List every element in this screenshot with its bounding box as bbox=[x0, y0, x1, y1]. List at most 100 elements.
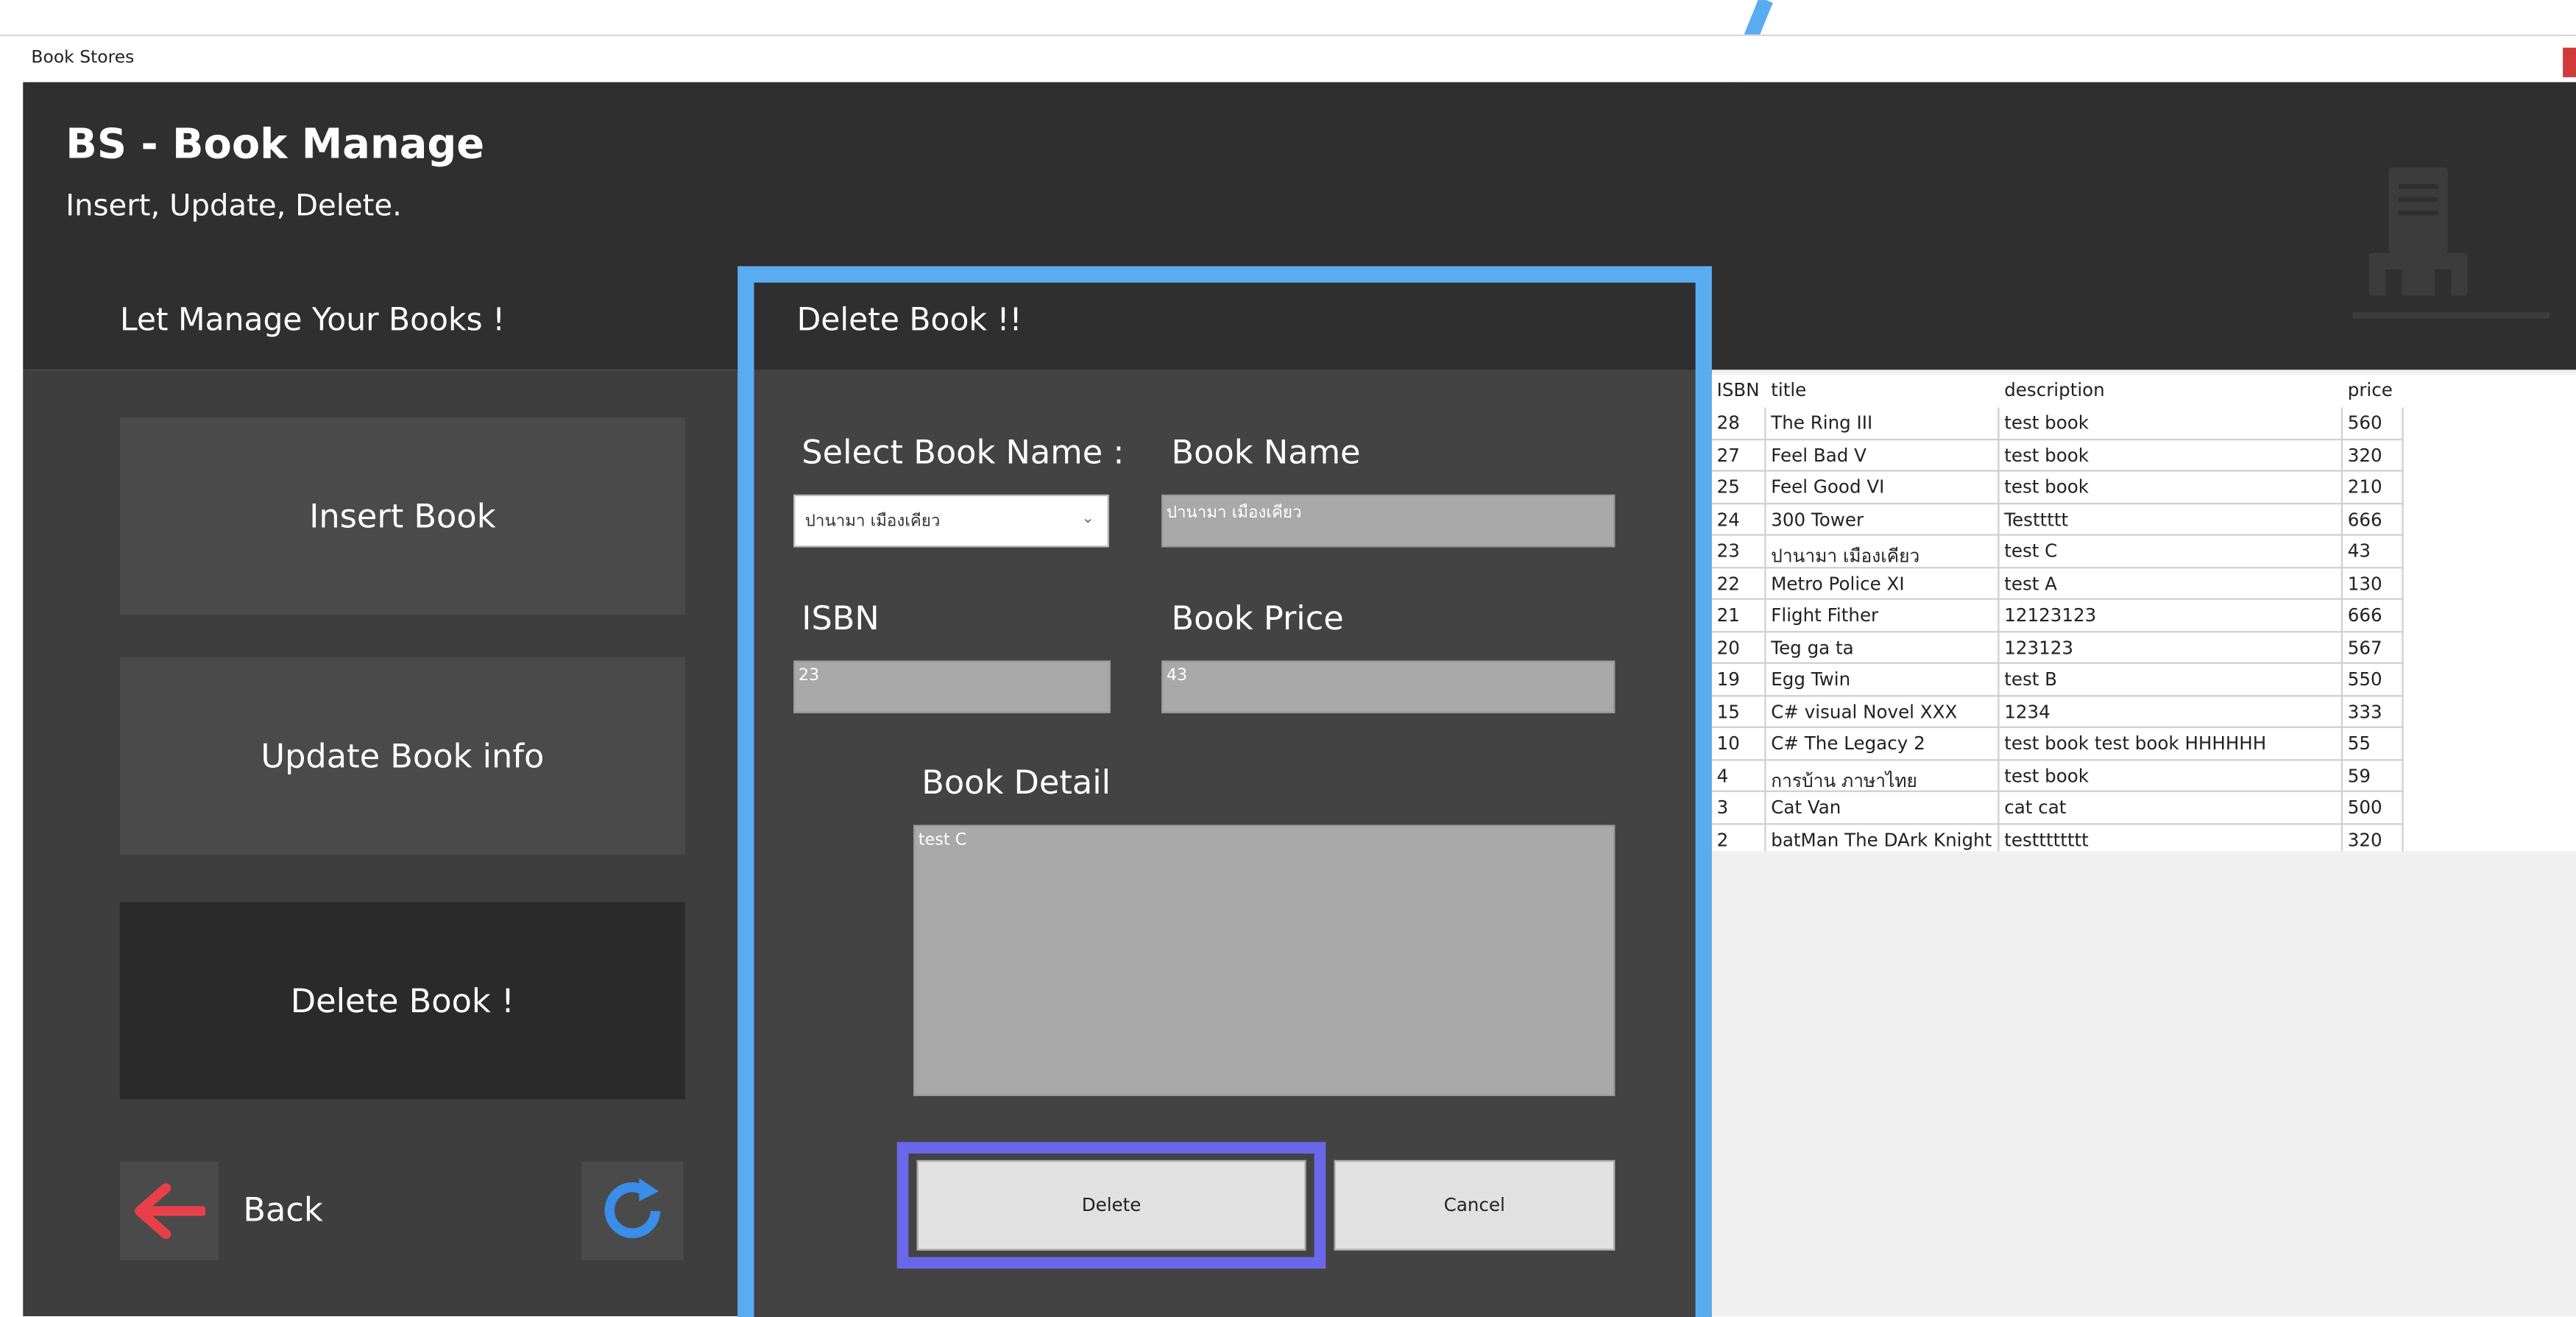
table-cell-isbn[interactable]: 4 bbox=[1711, 760, 1766, 792]
book-price-field[interactable]: 43 bbox=[1161, 660, 1616, 713]
table-cell-title[interactable]: C# visual Novel XXX bbox=[1766, 696, 2000, 728]
back-button[interactable] bbox=[119, 1162, 219, 1261]
close-button[interactable] bbox=[2563, 47, 2576, 77]
book-detail-label: Book Detail bbox=[921, 762, 1111, 802]
table-cell-price[interactable]: 130 bbox=[2343, 568, 2404, 600]
window-title: Book Stores bbox=[31, 47, 135, 68]
table-cell-isbn[interactable]: 24 bbox=[1711, 504, 1766, 536]
table-cell-description[interactable]: test A bbox=[1999, 568, 2343, 600]
table-cell-description[interactable]: Testtttt bbox=[1999, 504, 2343, 536]
table-cell-title[interactable]: Feel Good VI bbox=[1766, 471, 2000, 504]
table-row[interactable]: 25 Feel Good VI test book 210 bbox=[1711, 471, 2576, 504]
bookstore-logo-icon bbox=[2352, 167, 2550, 319]
table-row[interactable]: 24 300 Tower Testtttt 666 bbox=[1711, 504, 2576, 536]
table-cell-description[interactable]: 123123 bbox=[1999, 632, 2343, 664]
table-cell-title[interactable]: C# The Legacy 2 bbox=[1766, 727, 2000, 760]
table-cell-price[interactable]: 320 bbox=[2343, 439, 2404, 472]
table-cell-isbn[interactable]: 20 bbox=[1711, 632, 1766, 664]
column-header-price[interactable]: price bbox=[2343, 375, 2404, 407]
table-row[interactable]: 23 ปานามา เมืองเคียว test C 43 bbox=[1711, 535, 2576, 568]
table-cell-title[interactable]: ปานามา เมืองเคียว bbox=[1766, 535, 2000, 568]
app-subtitle: Insert, Update, Delete. bbox=[66, 188, 402, 224]
table-cell-description[interactable]: test book bbox=[1999, 760, 2343, 792]
table-row[interactable]: 22 Metro Police XI test A 130 bbox=[1711, 568, 2576, 600]
table-cell-title[interactable]: การบ้าน ภาษาไทย bbox=[1766, 760, 2000, 792]
table-cell-price[interactable]: 666 bbox=[2343, 504, 2404, 536]
book-detail-textarea[interactable]: test C bbox=[913, 825, 1616, 1096]
table-cell-title[interactable]: Metro Police XI bbox=[1766, 568, 2000, 600]
delete-button-focus-ring bbox=[896, 1142, 1326, 1269]
table-row[interactable]: 15 C# visual Novel XXX 1234 333 bbox=[1711, 696, 2576, 728]
table-empty-area bbox=[1711, 851, 2576, 1316]
table-cell-title[interactable]: Cat Van bbox=[1766, 791, 2000, 825]
table-cell-title[interactable]: Teg ga ta bbox=[1766, 632, 2000, 664]
app-canvas: Book Stores BS - Book Manage Insert, Upd… bbox=[0, 0, 2576, 1317]
column-header-isbn[interactable]: ISBN bbox=[1712, 375, 1766, 407]
table-cell-isbn[interactable]: 22 bbox=[1711, 568, 1766, 600]
column-header-description[interactable]: description bbox=[2000, 375, 2343, 407]
table-cell-price[interactable]: 567 bbox=[2343, 632, 2404, 664]
table-header-row: ISBN title description price bbox=[1712, 375, 2576, 407]
table-row[interactable]: 21 Flight Fither 12123123 666 bbox=[1711, 599, 2576, 632]
section-title: Let Manage Your Books ! bbox=[119, 302, 506, 339]
isbn-label: ISBN bbox=[802, 598, 880, 638]
table-cell-description[interactable]: test book bbox=[1999, 439, 2343, 472]
cancel-button[interactable]: Cancel bbox=[1334, 1159, 1616, 1251]
table-cell-description[interactable]: 12123123 bbox=[1999, 599, 2343, 632]
table-row[interactable]: 20 Teg ga ta 123123 567 bbox=[1711, 632, 2576, 664]
books-table[interactable]: ISBN title description price 28 The Ring … bbox=[1711, 374, 2576, 856]
table-row[interactable]: 3 Cat Van cat cat 500 bbox=[1711, 791, 2576, 825]
table-cell-isbn[interactable]: 3 bbox=[1711, 791, 1766, 825]
book-name-field[interactable]: ปานามา เมืองเคียว bbox=[1161, 494, 1616, 548]
table-row[interactable]: 4 การบ้าน ภาษาไทย test book 59 bbox=[1711, 760, 2576, 792]
table-cell-price[interactable]: 666 bbox=[2343, 599, 2404, 632]
table-cell-isbn[interactable]: 25 bbox=[1711, 471, 1766, 504]
table-cell-isbn[interactable]: 27 bbox=[1711, 439, 1766, 472]
table-cell-isbn[interactable]: 23 bbox=[1711, 535, 1766, 568]
table-row[interactable]: 10 C# The Legacy 2 test book test book HHH… bbox=[1711, 727, 2576, 760]
table-row[interactable]: 28 The Ring III test book 560 bbox=[1711, 407, 2576, 440]
table-cell-title[interactable]: The Ring III bbox=[1766, 407, 2000, 440]
table-cell-description[interactable]: test book bbox=[1999, 471, 2343, 504]
isbn-field[interactable]: 23 bbox=[793, 660, 1111, 713]
refresh-icon bbox=[604, 1178, 661, 1238]
column-header-title[interactable]: title bbox=[1766, 375, 2000, 407]
table-cell-title[interactable]: Feel Bad V bbox=[1766, 439, 2000, 472]
table-cell-price[interactable]: 55 bbox=[2343, 727, 2404, 760]
table-cell-description[interactable]: test C bbox=[1999, 535, 2343, 568]
delete-book-nav-button[interactable]: Delete Book ! bbox=[119, 902, 685, 1100]
table-cell-title[interactable]: Egg Twin bbox=[1766, 663, 2000, 696]
table-cell-price[interactable]: 43 bbox=[2343, 535, 2404, 568]
dialog-title: Delete Book !! bbox=[796, 302, 1022, 339]
stage: Book Stores BS - Book Manage Insert, Upd… bbox=[0, 0, 2576, 1317]
table-cell-title[interactable]: 300 Tower bbox=[1766, 504, 2000, 536]
table-cell-description[interactable]: cat cat bbox=[1999, 791, 2343, 825]
table-cell-description[interactable]: test B bbox=[1999, 663, 2343, 696]
table-row[interactable]: 19 Egg Twin test B 550 bbox=[1711, 663, 2576, 696]
update-book-button[interactable]: Update Book info bbox=[119, 657, 685, 855]
back-label[interactable]: Back bbox=[243, 1190, 322, 1229]
table-cell-isbn[interactable]: 15 bbox=[1711, 696, 1766, 728]
table-cell-isbn[interactable]: 10 bbox=[1711, 727, 1766, 760]
table-cell-price[interactable]: 550 bbox=[2343, 663, 2404, 696]
table-cell-isbn[interactable]: 19 bbox=[1711, 663, 1766, 696]
window-titlebar: Book Stores bbox=[0, 34, 2576, 82]
refresh-button[interactable] bbox=[581, 1162, 684, 1261]
table-cell-isbn[interactable]: 28 bbox=[1711, 407, 1766, 440]
table-row[interactable]: 27 Feel Bad Vtest book 320 bbox=[1711, 439, 2576, 472]
table-cell-description[interactable]: 1234 bbox=[1999, 696, 2343, 728]
table-cell-price[interactable]: 210 bbox=[2343, 471, 2404, 504]
table-cell-description[interactable]: test book bbox=[1999, 407, 2343, 440]
table-cell-isbn[interactable]: 21 bbox=[1711, 599, 1766, 632]
insert-book-button[interactable]: Insert Book bbox=[119, 417, 685, 615]
table-cell-price[interactable]: 500 bbox=[2343, 791, 2404, 825]
table-cell-price[interactable]: 59 bbox=[2343, 760, 2404, 792]
table-cell-description[interactable]: test book test book HHHHHH bbox=[1999, 727, 2343, 760]
table-cell-title[interactable]: Flight Fither bbox=[1766, 599, 2000, 632]
arrow-left-icon bbox=[135, 1183, 206, 1240]
select-book-value: ปานามา เมืองเคียว bbox=[804, 512, 941, 531]
table-cell-price[interactable]: 333 bbox=[2343, 696, 2404, 728]
app-title: BS - Book Manage bbox=[66, 119, 485, 168]
select-book-combobox[interactable]: ปานามา เมืองเคียว ⌄ bbox=[793, 494, 1109, 548]
table-cell-price[interactable]: 560 bbox=[2343, 407, 2404, 440]
